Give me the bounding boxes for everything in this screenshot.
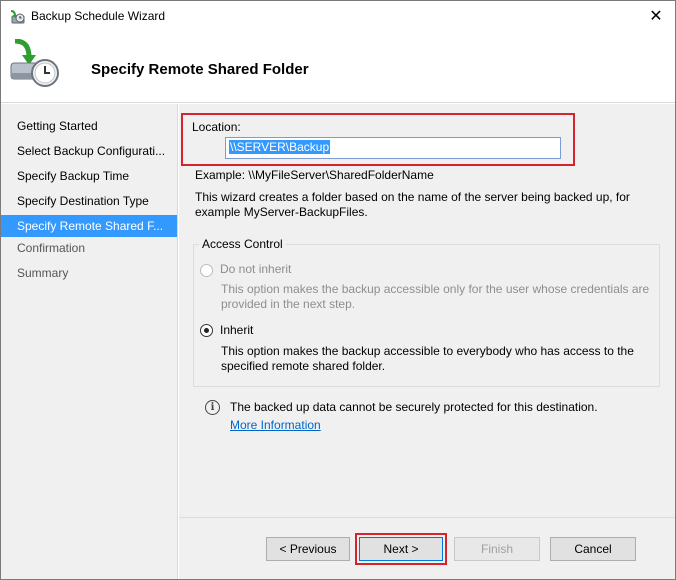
nav-step-confirmation: Confirmation bbox=[17, 241, 86, 255]
security-warning-text: The backed up data cannot be securely pr… bbox=[230, 400, 598, 414]
wizard-window: Backup Schedule Wizard ✕ Specify Remote … bbox=[0, 0, 676, 580]
location-input[interactable]: \\SERVER\Backup bbox=[225, 137, 561, 159]
access-control-legend: Access Control bbox=[199, 237, 286, 251]
nav-step-specify-remote-shared-folder[interactable]: Specify Remote Shared F... bbox=[1, 215, 177, 237]
backup-wizard-icon bbox=[9, 9, 25, 25]
finish-button: Finish bbox=[454, 537, 540, 561]
do-not-inherit-radio bbox=[200, 264, 213, 277]
nav-step-getting-started[interactable]: Getting Started bbox=[1, 115, 177, 137]
wizard-step-list: Getting Started Select Backup Configurat… bbox=[1, 104, 178, 579]
nav-step-select-backup-configuration[interactable]: Select Backup Configurati... bbox=[1, 140, 177, 162]
do-not-inherit-label: Do not inherit bbox=[220, 262, 292, 276]
next-highlight-box bbox=[355, 533, 447, 565]
example-text: Example: \\MyFileServer\SharedFolderName bbox=[195, 168, 434, 182]
nav-step-specify-backup-time[interactable]: Specify Backup Time bbox=[1, 165, 177, 187]
wizard-header: Specify Remote Shared Folder bbox=[1, 31, 675, 103]
title-bar: Backup Schedule Wizard ✕ bbox=[1, 1, 675, 31]
server-backup-clock-icon bbox=[9, 38, 63, 91]
folder-description: This wizard creates a folder based on th… bbox=[195, 190, 630, 219]
cancel-button[interactable]: Cancel bbox=[550, 537, 636, 561]
nav-step-summary: Summary bbox=[17, 266, 69, 280]
footer-separator bbox=[179, 517, 675, 518]
inherit-radio[interactable] bbox=[200, 324, 213, 337]
info-icon: i bbox=[205, 400, 220, 415]
location-label: Location: bbox=[192, 120, 241, 134]
wizard-content: Location: \\SERVER\Backup Example: \\MyF… bbox=[179, 104, 675, 579]
nav-step-specify-destination-type[interactable]: Specify Destination Type bbox=[1, 190, 177, 212]
close-icon[interactable]: ✕ bbox=[641, 3, 671, 29]
do-not-inherit-description: This option makes the backup accessible … bbox=[221, 282, 650, 311]
window-title: Backup Schedule Wizard bbox=[31, 9, 166, 23]
location-input-value: \\SERVER\Backup bbox=[229, 140, 331, 154]
page-title: Specify Remote Shared Folder bbox=[91, 61, 309, 78]
previous-button[interactable]: < Previous bbox=[266, 537, 350, 561]
inherit-label[interactable]: Inherit bbox=[220, 323, 253, 337]
inherit-description: This option makes the backup accessible … bbox=[221, 344, 634, 373]
more-information-link[interactable]: More Information bbox=[230, 418, 321, 432]
